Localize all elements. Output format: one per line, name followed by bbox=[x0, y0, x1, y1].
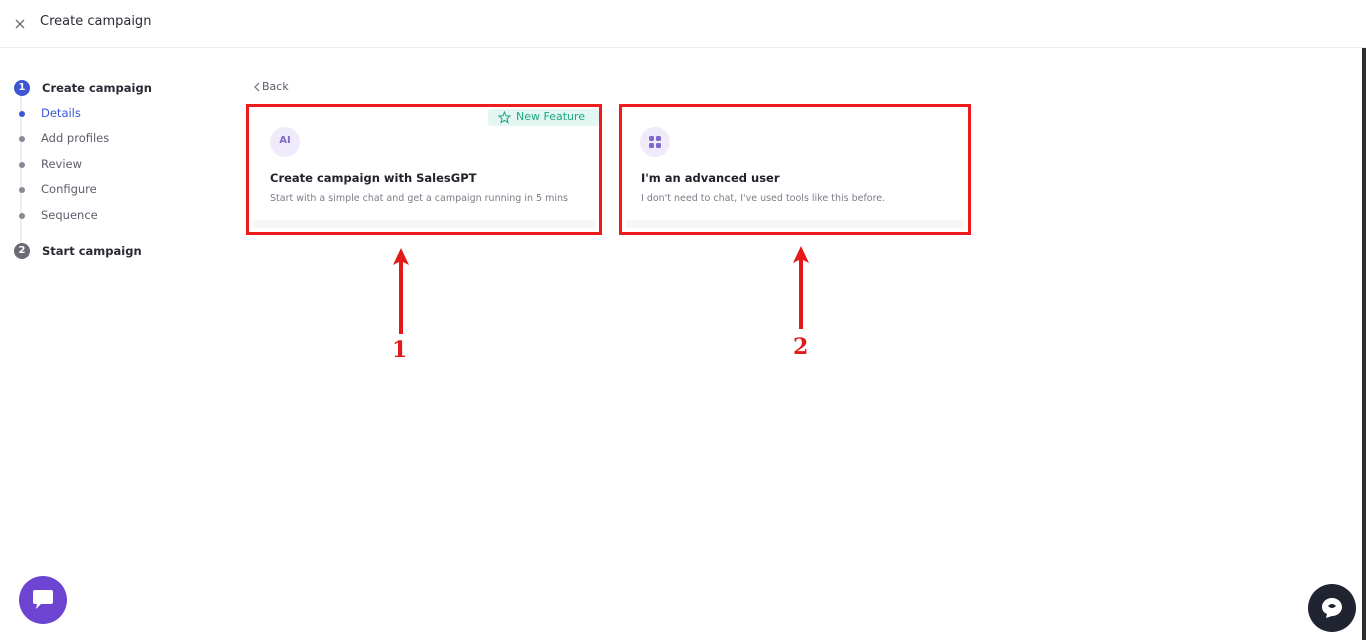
annotation-arrow-up-icon bbox=[393, 248, 409, 334]
grid-icon bbox=[649, 136, 661, 148]
substep-sequence[interactable]: Sequence bbox=[16, 206, 176, 226]
card-footer-shade bbox=[626, 220, 964, 228]
card-description: Start with a simple chat and get a campa… bbox=[270, 193, 568, 204]
back-label: Back bbox=[262, 80, 289, 93]
substep-dot bbox=[19, 213, 25, 219]
substep-label: Review bbox=[41, 157, 83, 171]
chat-bubble-icon bbox=[33, 590, 53, 609]
annotation-label-1: 1 bbox=[392, 337, 408, 363]
campaign-stepper: 1 Create campaign Details Add profiles R… bbox=[0, 0, 200, 300]
chat-widget-button[interactable] bbox=[19, 576, 67, 624]
badge-label: New Feature bbox=[516, 110, 586, 123]
annotation-label-2: 2 bbox=[793, 334, 809, 360]
star-icon bbox=[498, 111, 511, 124]
chat-help-icon bbox=[1322, 598, 1342, 618]
step-number-1: 1 bbox=[14, 80, 30, 96]
substep-label: Sequence bbox=[41, 208, 98, 222]
substep-configure[interactable]: Configure bbox=[16, 180, 176, 200]
card-title: Create campaign with SalesGPT bbox=[270, 171, 477, 185]
top-bar: Create campaign bbox=[0, 0, 1366, 48]
annotation-arrow-up-icon bbox=[793, 246, 809, 329]
substep-add-profiles[interactable]: Add profiles bbox=[16, 129, 176, 149]
ai-icon-text: AI bbox=[279, 135, 291, 146]
card-title: I'm an advanced user bbox=[641, 171, 780, 185]
substep-review[interactable]: Review bbox=[16, 155, 176, 175]
ai-badge-icon: AI bbox=[270, 127, 300, 157]
scrollbar[interactable] bbox=[1362, 48, 1366, 640]
substep-dot bbox=[19, 136, 25, 142]
step-title-start-campaign[interactable]: Start campaign bbox=[42, 244, 142, 258]
new-feature-badge: New Feature bbox=[488, 109, 599, 126]
substep-label: Details bbox=[41, 106, 81, 120]
substep-label: Add profiles bbox=[41, 131, 110, 145]
card-advanced-user[interactable]: I'm an advanced user I don't need to cha… bbox=[619, 104, 971, 235]
help-widget-button[interactable] bbox=[1308, 584, 1356, 632]
substep-label: Configure bbox=[41, 182, 97, 196]
step-title-create-campaign[interactable]: Create campaign bbox=[42, 81, 152, 95]
chevron-left-icon bbox=[254, 82, 260, 92]
substep-dot bbox=[19, 111, 25, 117]
card-create-with-salesgpt[interactable]: New Feature AI Create campaign with Sale… bbox=[246, 104, 602, 235]
card-footer-shade bbox=[253, 220, 595, 228]
substep-details[interactable]: Details bbox=[16, 104, 176, 124]
substep-dot bbox=[19, 187, 25, 193]
grid-icon-wrap bbox=[640, 127, 670, 157]
substep-dot bbox=[19, 162, 25, 168]
card-description: I don't need to chat, I've used tools li… bbox=[641, 193, 886, 204]
step-number-2: 2 bbox=[14, 243, 30, 259]
